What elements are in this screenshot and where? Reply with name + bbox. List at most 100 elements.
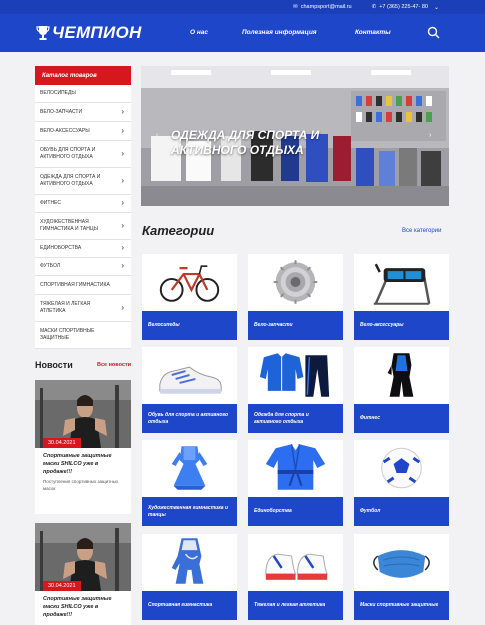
weightlifting-shoes-icon bbox=[265, 553, 328, 580]
category-card[interactable]: Одежда для спорта и активного отдыха bbox=[248, 347, 343, 433]
sidebar-item-label: ФИТНЕС bbox=[40, 200, 62, 207]
category-label: Обувь для спорта и активного отдыха bbox=[142, 404, 237, 433]
sidebar-item[interactable]: ВЕЛО-АКСЕССУАРЫ › bbox=[35, 122, 131, 141]
gear-cassette-icon bbox=[273, 260, 318, 304]
chevron-right-icon[interactable]: › bbox=[121, 176, 124, 187]
sidebar-item[interactable]: ФИТНЕС › bbox=[35, 195, 131, 213]
chevron-right-icon[interactable]: › bbox=[121, 198, 124, 209]
category-label: Художественная гимнастика и танцы bbox=[142, 497, 237, 526]
category-label: Маски спортивные защитные bbox=[354, 591, 449, 620]
chevron-right-icon[interactable]: › bbox=[121, 243, 124, 254]
news-header: Новости Все новости bbox=[35, 360, 131, 372]
news-date: 30.04.2021 bbox=[43, 581, 81, 591]
category-card[interactable]: Спортивная гимнастика bbox=[142, 534, 237, 620]
tracksuit-icon bbox=[259, 353, 330, 397]
sneaker-icon bbox=[159, 366, 222, 394]
nav-useful-info[interactable]: Полезная информация bbox=[242, 29, 317, 36]
sidebar-item-label: СПОРТИВНАЯ ГИМНАСТИКА bbox=[40, 281, 110, 288]
bicycle-icon bbox=[159, 265, 220, 302]
news-image: 30.04.2021 bbox=[35, 523, 131, 591]
categories-title: Категории bbox=[142, 223, 215, 238]
sidebar-item-label: ФУТБОЛ bbox=[40, 263, 61, 270]
slider-next-icon[interactable]: › bbox=[429, 132, 431, 139]
hero-banner[interactable]: ‹ › ОДЕЖДА ДЛЯ СПОРТА И АКТИВНОГО ОТДЫХА bbox=[141, 66, 449, 206]
chevron-right-icon[interactable]: › bbox=[121, 126, 124, 137]
news-headline[interactable]: Спортивные защитные маски SHILCO уже в п… bbox=[35, 448, 131, 479]
sidebar-item[interactable]: МАСКИ СПОРТИВНЫЕ ЗАЩИТНЫЕ bbox=[35, 322, 131, 349]
news-date: 30.04.2021 bbox=[43, 438, 81, 448]
sidebar-item[interactable]: ЕДИНОБОРСТВА › bbox=[35, 240, 131, 258]
sidebar-item-label: ОБУВЬ ДЛЯ СПОРТА И АКТИВНОГО ОТДЫХА bbox=[40, 147, 96, 160]
category-card[interactable]: Велосипеды bbox=[142, 254, 237, 340]
news-excerpt: Поступление спортивных защитных масок bbox=[43, 478, 119, 491]
category-card[interactable]: Маски спортивные защитные bbox=[354, 534, 449, 620]
sidebar-item-label: ВЕЛО-ЗАПЧАСТИ bbox=[40, 108, 83, 115]
mail-icon: ✉ bbox=[293, 4, 298, 10]
sidebar-item[interactable]: ОДЕЖДА ДЛЯ СПОРТА И АКТИВНОГО ОТДЫХА › bbox=[35, 168, 131, 195]
sidebar-item-label: МАСКИ СПОРТИВНЫЕ ЗАЩИТНЫЕ bbox=[40, 328, 95, 341]
chevron-right-icon[interactable]: › bbox=[121, 107, 124, 118]
category-label: Спортивная гимнастика bbox=[142, 591, 237, 620]
banner-title: ОДЕЖДА ДЛЯ СПОРТА И АКТИВНОГО ОТДЫХА bbox=[171, 128, 320, 157]
news-image: 30.04.2021 bbox=[35, 380, 131, 448]
category-label: Футбол bbox=[354, 497, 449, 526]
kimono-icon bbox=[265, 444, 326, 490]
category-label: Одежда для спорта и активного отдыха bbox=[248, 404, 343, 433]
leotard-icon bbox=[171, 538, 204, 584]
slider-prev-icon[interactable]: ‹ bbox=[156, 132, 158, 139]
category-card[interactable]: Тяжелая и легкая атлетика bbox=[248, 534, 343, 620]
sidebar-item-label: ЕДИНОБОРСТВА bbox=[40, 245, 82, 252]
chevron-down-icon[interactable]: ⌄ bbox=[434, 4, 439, 11]
main-nav: О нас Полезная информация Контакты bbox=[0, 29, 485, 41]
catalog-list: ВЕЛОСИПЕДЫ ВЕЛО-ЗАПЧАСТИ › ВЕЛО-АКСЕССУАРЫ ›… bbox=[35, 85, 131, 349]
sidebar-item[interactable]: ОБУВЬ ДЛЯ СПОРТА И АКТИВНОГО ОТДЫХА › bbox=[35, 141, 131, 168]
search-icon[interactable] bbox=[427, 26, 440, 39]
news-card[interactable]: 30.04.2021 Спортивные защитные маски SHI… bbox=[35, 523, 131, 625]
category-label: Вело-запчасти bbox=[248, 311, 343, 340]
email-contact[interactable]: ✉ champsport@mail.ru bbox=[293, 4, 351, 10]
category-card[interactable]: Единоборства bbox=[248, 440, 343, 526]
football-icon bbox=[381, 447, 422, 489]
bike-bag-icon bbox=[373, 263, 431, 305]
sidebar-item-label: ОДЕЖДА ДЛЯ СПОРТА И АКТИВНОГО ОТДЫХА bbox=[40, 174, 101, 187]
category-card[interactable]: Художественная гимнастика и танцы bbox=[142, 440, 237, 526]
catalog-sidebar: Каталог товаров ВЕЛОСИПЕДЫ ВЕЛО-ЗАПЧАСТИ ›… bbox=[35, 66, 131, 349]
sidebar-item[interactable]: ВЕЛО-ЗАПЧАСТИ › bbox=[35, 103, 131, 122]
category-label: Велосипеды bbox=[142, 311, 237, 340]
category-label: Тяжелая и легкая атлетика bbox=[248, 591, 343, 620]
main-header: ЧЕМПИОН О нас Полезная информация Контак… bbox=[0, 14, 485, 52]
sidebar-item-label: ВЕЛО-АКСЕССУАРЫ bbox=[40, 127, 90, 134]
nav-about[interactable]: О нас bbox=[190, 29, 208, 36]
chevron-right-icon[interactable]: › bbox=[121, 221, 124, 232]
category-card[interactable]: Футбол bbox=[354, 440, 449, 526]
news-card[interactable]: 30.04.2021 Спортивные защитные маски SHI… bbox=[35, 380, 131, 514]
sidebar-item-label: ТЯЖЕЛАЯ И ЛЕГКАЯ АТЛЕТИКА bbox=[40, 301, 91, 314]
category-label: Фитнес bbox=[354, 404, 449, 433]
top-contact-bar: ✉ champsport@mail.ru ✆ +7 (365) 225-47- … bbox=[0, 0, 485, 14]
category-card[interactable]: Фитнес bbox=[354, 347, 449, 433]
face-mask-icon bbox=[373, 550, 430, 578]
chevron-right-icon[interactable]: › bbox=[121, 303, 124, 314]
sidebar-item-label: ВЕЛОСИПЕДЫ bbox=[40, 90, 76, 97]
phone-icon: ✆ bbox=[371, 4, 377, 10]
sidebar-item[interactable]: ТЯЖЕЛАЯ И ЛЕГКАЯ АТЛЕТИКА › bbox=[35, 295, 131, 322]
category-card[interactable]: Вело-аксессуары bbox=[354, 254, 449, 340]
sidebar-item[interactable]: ВЕЛОСИПЕДЫ bbox=[35, 85, 131, 103]
sidebar-item[interactable]: ХУДОЖЕСТВЕННАЯ ГИМНАСТИКА И ТАНЦЫ › bbox=[35, 213, 131, 240]
dance-dress-icon bbox=[171, 446, 208, 490]
sidebar-item[interactable]: СПОРТИВНАЯ ГИМНАСТИКА bbox=[35, 276, 131, 295]
phone-contact[interactable]: ✆ +7 (365) 225-47- 80 ⌄ bbox=[372, 4, 439, 11]
category-card[interactable]: Вело-запчасти bbox=[248, 254, 343, 340]
news-title: Новости bbox=[35, 360, 73, 370]
category-label: Вело-аксессуары bbox=[354, 311, 449, 340]
category-card[interactable]: Обувь для спорта и активного отдыха bbox=[142, 347, 237, 433]
nav-contacts[interactable]: Контакты bbox=[355, 29, 391, 36]
email-text: champsport@mail.ru bbox=[300, 4, 352, 10]
chevron-right-icon[interactable]: › bbox=[121, 261, 124, 272]
sidebar-item[interactable]: ФУТБОЛ › bbox=[35, 258, 131, 276]
chevron-right-icon[interactable]: › bbox=[121, 149, 124, 160]
all-news-link[interactable]: Все новости bbox=[97, 362, 131, 368]
news-headline[interactable]: Спортивные защитные маски SHILCO уже в п… bbox=[35, 591, 131, 622]
all-categories-link[interactable]: Все категории bbox=[402, 228, 441, 234]
sidebar-item-label: ХУДОЖЕСТВЕННАЯ ГИМНАСТИКА И ТАНЦЫ bbox=[40, 219, 98, 232]
